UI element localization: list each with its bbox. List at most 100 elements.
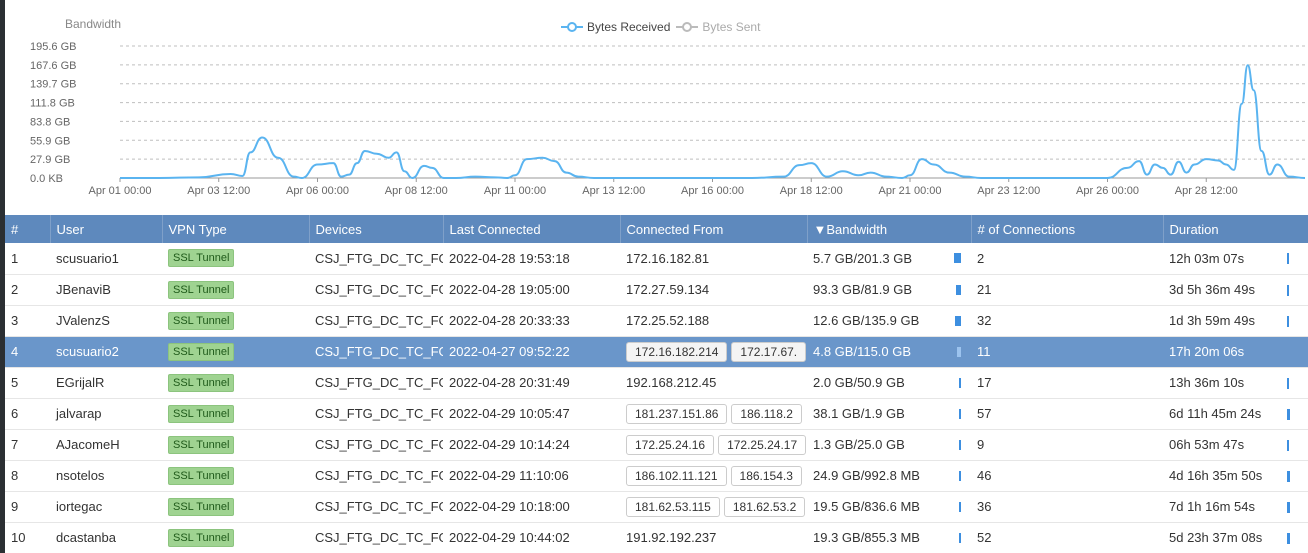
row-number: 10 <box>5 522 50 553</box>
user-cell: scusuario1 <box>50 243 162 275</box>
duration-value: 7d 1h 16m 54s <box>1169 499 1256 514</box>
connected-from-cell: 181.237.151.86 186.118.2 <box>620 398 807 430</box>
ip-chip[interactable]: 181.237.151.86 <box>626 403 728 424</box>
user-cell: nsotelos <box>50 460 162 492</box>
connected-from-cell: 186.102.11.121 186.154.3 <box>620 460 807 492</box>
bandwidth-value: 4.8 GB/115.0 GB <box>813 344 912 359</box>
bandwidth-ratio-bar <box>959 470 961 481</box>
vpn-type-cell: SSL Tunnel <box>162 522 309 553</box>
vpn-type-cell: SSL Tunnel <box>162 305 309 337</box>
x-tick-label: Apr 01 00:00 <box>89 185 152 197</box>
device-cell: CSJ_FTG_DC_TC_FG <box>309 460 443 492</box>
vpn-type-badge: SSL Tunnel <box>168 311 235 330</box>
duration-bar <box>1287 377 1289 389</box>
x-tick-label: Apr 13 12:00 <box>582 185 645 197</box>
row-number: 1 <box>5 243 50 275</box>
col-devices-header[interactable]: Devices <box>309 215 444 243</box>
connected-from-cell: 172.16.182.81 <box>620 243 807 275</box>
ip-chip[interactable]: 181.62.53.2 <box>723 496 806 517</box>
bandwidth-cell: 4.8 GB/115.0 GB <box>807 336 971 368</box>
last-connected-cell: 2022-04-27 09:52:22 <box>443 336 620 368</box>
duration-value: 13h 36m 10s <box>1169 375 1245 390</box>
table-row[interactable]: 3 JValenzS SSL Tunnel CSJ_FTG_DC_TC_FG 2022-… <box>5 305 1308 337</box>
last-connected-cell: 2022-04-29 10:05:47 <box>443 398 620 430</box>
duration-bar <box>1287 408 1290 420</box>
last-connected-cell: 2022-04-28 20:31:49 <box>443 367 620 399</box>
table-row[interactable]: 7 AJacomeH SSL Tunnel CSJ_FTG_DC_TC_FG 2022-… <box>5 429 1308 461</box>
ip-chip[interactable]: 186.102.11.121 <box>626 465 727 486</box>
table-row[interactable]: 9 iortegac SSL Tunnel CSJ_FTG_DC_TC_FG 2022-… <box>5 491 1308 523</box>
y-tick-label: 27.9 GB <box>30 154 70 166</box>
user-cell: jalvarap <box>50 398 162 430</box>
device-cell: CSJ_FTG_DC_TC_FG <box>309 522 443 553</box>
x-tick-label: Apr 21 00:00 <box>879 185 942 197</box>
duration-value: 1d 3h 59m 49s <box>1169 313 1256 328</box>
col-connected-from-header[interactable]: Connected From <box>620 215 808 243</box>
duration-value: 5d 23h 37m 08s <box>1169 530 1263 545</box>
duration-bar <box>1287 284 1289 296</box>
col-vpn-type-header[interactable]: VPN Type <box>162 215 310 243</box>
connected-from-cell: 192.168.212.45 <box>620 367 807 399</box>
vpn-type-cell: SSL Tunnel <box>162 274 309 306</box>
row-number: 7 <box>5 429 50 461</box>
bandwidth-value: 24.9 GB/992.8 MB <box>813 468 920 483</box>
col-user-header[interactable]: User <box>50 215 163 243</box>
device-cell: CSJ_FTG_DC_TC_FG <box>309 243 443 275</box>
table-row[interactable]: 4 scusuario2 SSL Tunnel CSJ_FTG_DC_TC_FG 202… <box>5 336 1308 368</box>
vpn-users-table: # User VPN Type Devices Last Connected Connec… <box>5 215 1308 553</box>
row-number: 4 <box>5 336 50 368</box>
bandwidth-cell: 1.3 GB/25.0 GB <box>807 429 971 461</box>
table-row[interactable]: 5 EGrijalR SSL Tunnel CSJ_FTG_DC_TC_FG 2022-… <box>5 367 1308 399</box>
duration-bar <box>1287 501 1290 513</box>
bandwidth-value: 1.3 GB/25.0 GB <box>813 437 905 452</box>
table-header-row: # User VPN Type Devices Last Connected Connec… <box>5 215 1308 243</box>
duration-cell: 1d 3h 59m 49s <box>1163 305 1308 337</box>
connections-cell: 46 <box>971 460 1163 492</box>
col-connections-header[interactable]: # of Connections <box>971 215 1164 243</box>
bandwidth-cell: 12.6 GB/135.9 GB <box>807 305 971 337</box>
bandwidth-ratio-bar <box>954 253 961 263</box>
table-row[interactable]: 1 scusuario1 SSL Tunnel CSJ_FTG_DC_TC_FG 202… <box>5 243 1308 275</box>
bandwidth-ratio-bar <box>959 501 961 512</box>
ip-chip[interactable]: 181.62.53.115 <box>626 496 720 517</box>
ip-chip[interactable]: 186.154.3 <box>730 465 802 486</box>
user-cell: dcastanba <box>50 522 162 553</box>
connections-cell: 52 <box>971 522 1163 553</box>
bandwidth-value: 5.7 GB/201.3 GB <box>813 250 913 266</box>
duration-cell: 3d 5h 36m 49s <box>1163 274 1308 306</box>
duration-cell: 4d 16h 35m 50s <box>1163 460 1308 492</box>
connected-from-cell: 172.16.182.214 172.17.67. <box>620 336 807 368</box>
x-tick-label: Apr 08 12:00 <box>385 185 448 197</box>
bandwidth-cell: 38.1 GB/1.9 GB <box>807 398 971 430</box>
col-number-header[interactable]: # <box>5 215 51 243</box>
ip-chip[interactable]: 172.25.24.17 <box>718 434 807 455</box>
col-last-connected-header[interactable]: Last Connected <box>443 215 621 243</box>
ip-chip[interactable]: 186.118.2 <box>731 403 802 424</box>
connected-from-cell: 172.27.59.134 <box>620 274 807 306</box>
bandwidth-chart: Bandwidth Bytes Received Bytes Sent 195.… <box>5 0 1308 212</box>
vpn-type-badge: SSL Tunnel <box>168 373 235 392</box>
x-tick-label: Apr 28 12:00 <box>1175 185 1238 197</box>
row-number: 6 <box>5 398 50 430</box>
bandwidth-ratio-bar <box>955 315 961 326</box>
ip-chip[interactable]: 172.17.67. <box>731 341 807 362</box>
duration-cell: 6d 11h 45m 24s <box>1163 398 1308 430</box>
table-row[interactable]: 10 dcastanba SSL Tunnel CSJ_FTG_DC_TC_FG 202… <box>5 522 1308 553</box>
duration-cell: 7d 1h 16m 54s <box>1163 491 1308 523</box>
table-row[interactable]: 2 JBenaviB SSL Tunnel CSJ_FTG_DC_TC_FG 2022-… <box>5 274 1308 306</box>
vpn-type-cell: SSL Tunnel <box>162 336 309 368</box>
ip-chip[interactable]: 172.25.24.16 <box>626 434 715 455</box>
duration-cell: 06h 53m 47s <box>1163 429 1308 461</box>
table-row[interactable]: 6 jalvarap SSL Tunnel CSJ_FTG_DC_TC_FG 2022-… <box>5 398 1308 430</box>
last-connected-cell: 2022-04-29 10:18:00 <box>443 491 620 523</box>
ip-chip[interactable]: 172.16.182.214 <box>626 341 728 362</box>
table-row[interactable]: 8 nsotelos SSL Tunnel CSJ_FTG_DC_TC_FG 2022-… <box>5 460 1308 492</box>
vpn-type-badge: SSL Tunnel <box>168 404 235 423</box>
y-tick-label: 139.7 GB <box>30 79 76 91</box>
col-duration-header[interactable]: Duration <box>1163 215 1308 243</box>
duration-bar <box>1287 532 1290 544</box>
vpn-type-cell: SSL Tunnel <box>162 429 309 461</box>
col-bandwidth-header[interactable]: ▼Bandwidth <box>807 215 972 243</box>
connected-from-cell: 181.62.53.115 181.62.53.2 <box>620 491 807 523</box>
vpn-type-badge: SSL Tunnel <box>168 280 235 299</box>
